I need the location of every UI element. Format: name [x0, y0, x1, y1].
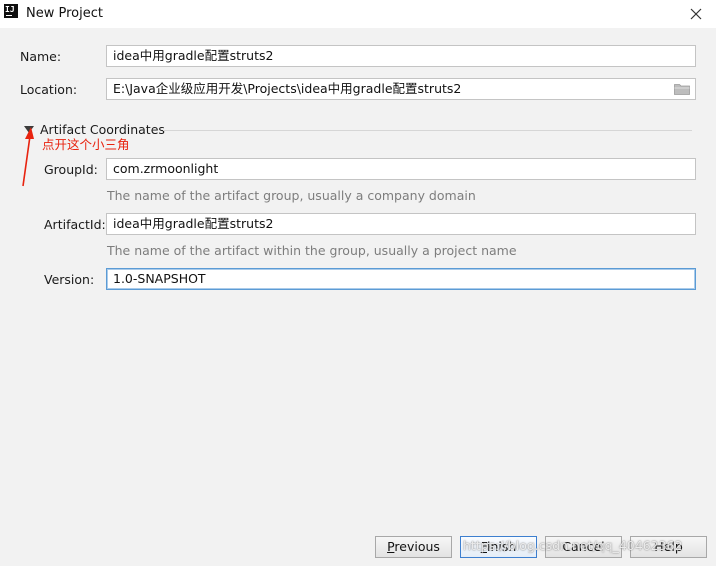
section-divider — [163, 130, 692, 131]
version-input[interactable]: 1.0-SNAPSHOT — [106, 268, 696, 290]
location-label: Location: — [20, 82, 78, 97]
close-icon — [690, 8, 702, 20]
window-title: New Project — [26, 6, 103, 21]
watermark: https://blog.csdn.net/qq_40462362 — [463, 538, 683, 553]
location-input[interactable]: E:\Java企业级应用开发\Projects\idea中用gradle配置st… — [106, 78, 696, 100]
groupid-hint: The name of the artifact group, usually … — [107, 188, 476, 203]
title-bar: IJ New Project — [0, 0, 716, 28]
name-label: Name: — [20, 49, 62, 64]
app-logo-icon: IJ — [4, 4, 18, 18]
artifactid-hint: The name of the artifact within the grou… — [107, 243, 517, 258]
annotation-arrow-icon — [22, 127, 34, 187]
version-label: Version: — [44, 272, 95, 287]
previous-label-rest: revious — [394, 539, 440, 554]
annotation-text: 点开这个小三角 — [42, 137, 130, 152]
artifactid-input[interactable]: idea中用gradle配置struts2 — [106, 213, 696, 235]
previous-button[interactable]: Previous — [375, 536, 452, 558]
artifactid-label: ArtifactId: — [44, 217, 106, 232]
groupid-input[interactable]: com.zrmoonlight — [106, 158, 696, 180]
name-input[interactable]: idea中用gradle配置struts2 — [106, 45, 696, 67]
folder-icon[interactable] — [674, 83, 690, 95]
close-button[interactable] — [686, 4, 706, 24]
groupid-label: GroupId: — [44, 162, 98, 177]
